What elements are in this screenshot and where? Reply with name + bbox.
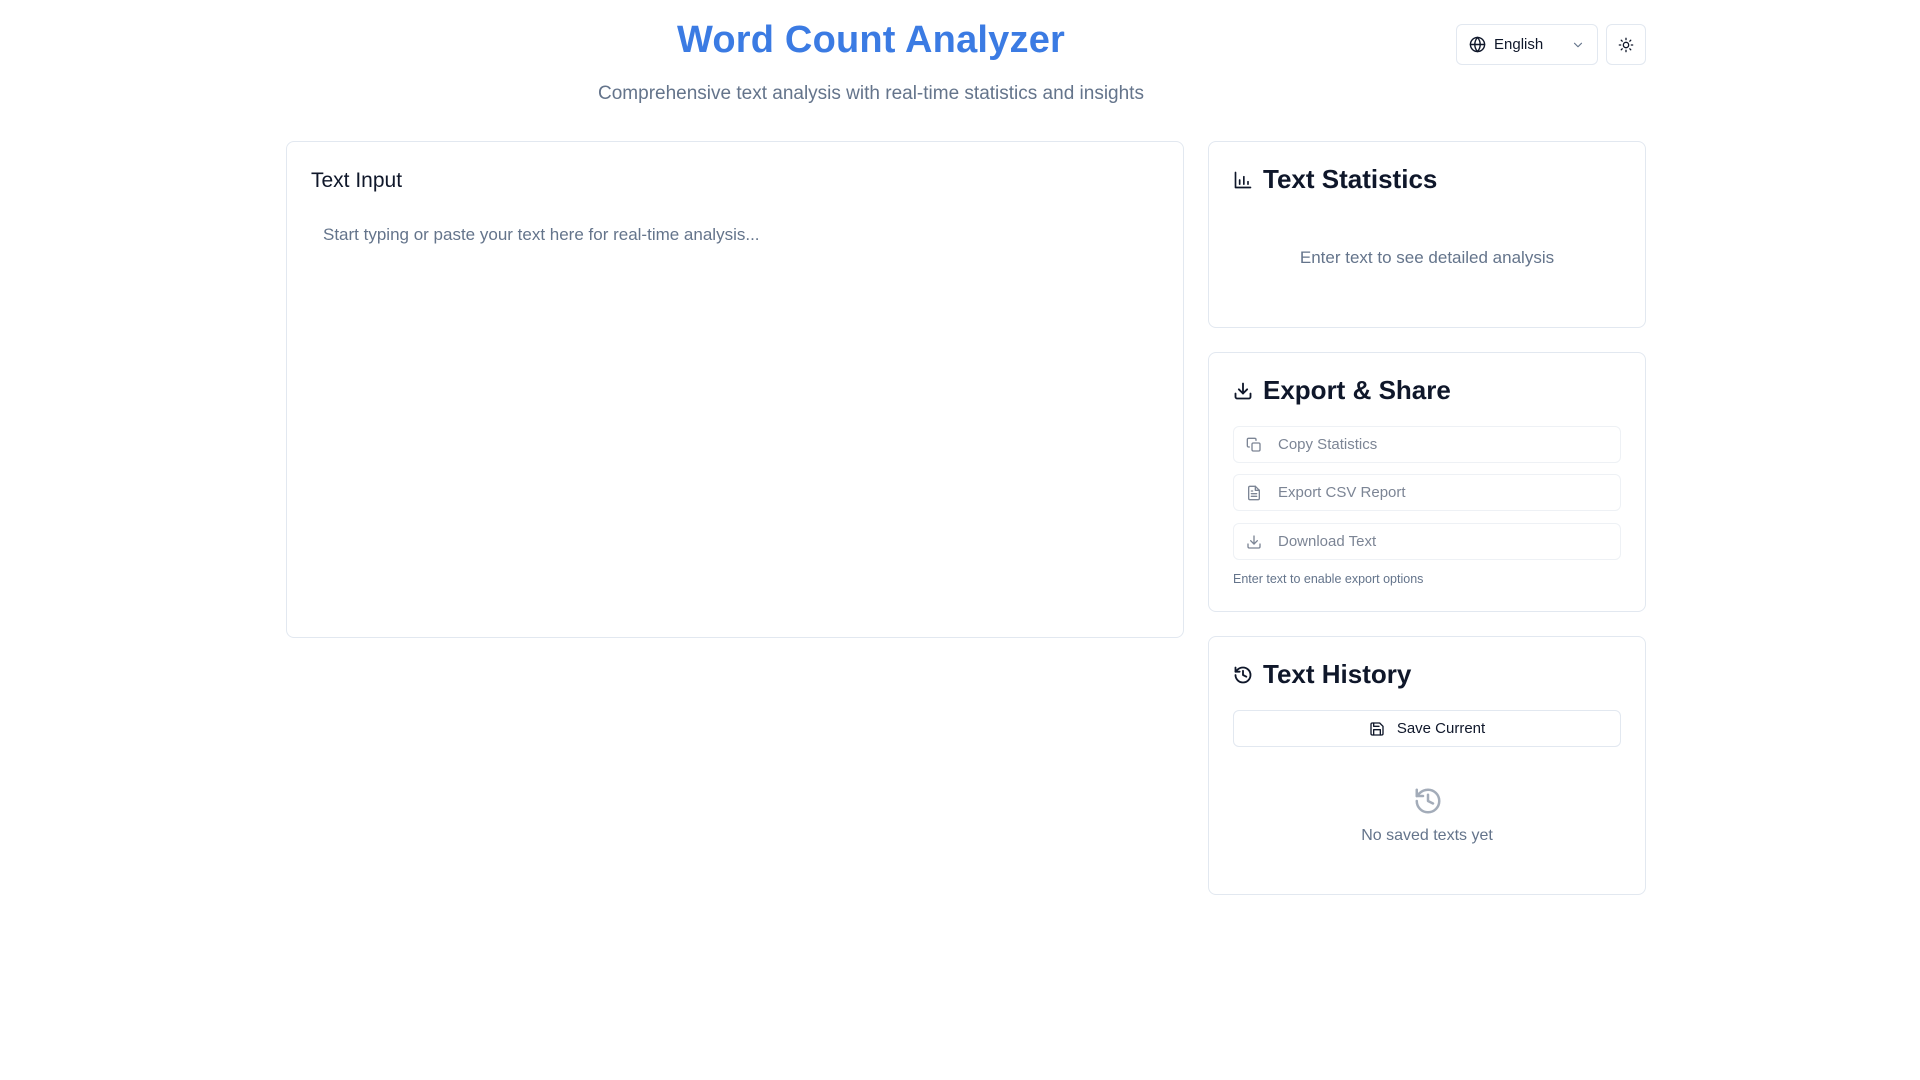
export-csv-label: Export CSV Report [1278, 484, 1406, 501]
export-share-title: Export & Share [1233, 375, 1451, 406]
theme-toggle-button[interactable] [1606, 24, 1646, 65]
save-current-button[interactable]: Save Current [1233, 710, 1621, 747]
text-history-title: Text History [1233, 659, 1411, 690]
text-history-title-text: Text History [1263, 659, 1412, 689]
page-subtitle: Comprehensive text analysis with real-ti… [598, 83, 1144, 104]
sun-icon [1618, 37, 1634, 53]
export-share-title-text: Export & Share [1263, 375, 1451, 405]
copy-icon [1246, 437, 1262, 453]
statistics-empty-message: Enter text to see detailed analysis [1299, 248, 1555, 267]
text-input-title: Text Input [311, 169, 403, 192]
history-empty-message: No saved texts yet [1361, 827, 1493, 844]
export-share-card: Export & Share Copy Statistics Export CS… [1208, 352, 1646, 612]
download-icon [1246, 534, 1262, 550]
save-current-label: Save Current [1396, 720, 1486, 737]
page-title: Word Count Analyzer [676, 19, 1066, 61]
text-history-card: Text History Save Current No saved texts… [1208, 636, 1646, 895]
download-text-button[interactable]: Download Text [1233, 523, 1621, 560]
language-select-value: English [1494, 36, 1544, 53]
text-input-area[interactable] [311, 214, 1159, 614]
copy-statistics-button[interactable]: Copy Statistics [1233, 426, 1621, 463]
globe-icon [1469, 36, 1486, 53]
file-text-icon [1246, 485, 1262, 501]
download-icon [1233, 381, 1253, 401]
text-input-card: Text Input [286, 141, 1184, 638]
history-icon [1413, 786, 1443, 816]
history-icon [1233, 665, 1253, 685]
text-statistics-card: Text Statistics Enter text to see detail… [1208, 141, 1646, 328]
export-note: Enter text to enable export options [1233, 572, 1424, 586]
text-statistics-title-text: Text Statistics [1263, 164, 1438, 194]
download-text-label: Download Text [1278, 533, 1377, 550]
export-csv-button[interactable]: Export CSV Report [1233, 474, 1621, 511]
copy-statistics-label: Copy Statistics [1278, 436, 1378, 453]
header: Word Count Analyzer Comprehensive text a… [286, 0, 1646, 140]
word-count-analyzer-page: Word Count Analyzer Comprehensive text a… [0, 0, 1920, 1080]
text-statistics-title: Text Statistics [1233, 164, 1437, 195]
save-icon [1369, 721, 1385, 737]
chevron-down-icon [1571, 38, 1585, 52]
language-select[interactable]: English [1456, 24, 1598, 65]
bar-chart-icon [1233, 170, 1253, 190]
